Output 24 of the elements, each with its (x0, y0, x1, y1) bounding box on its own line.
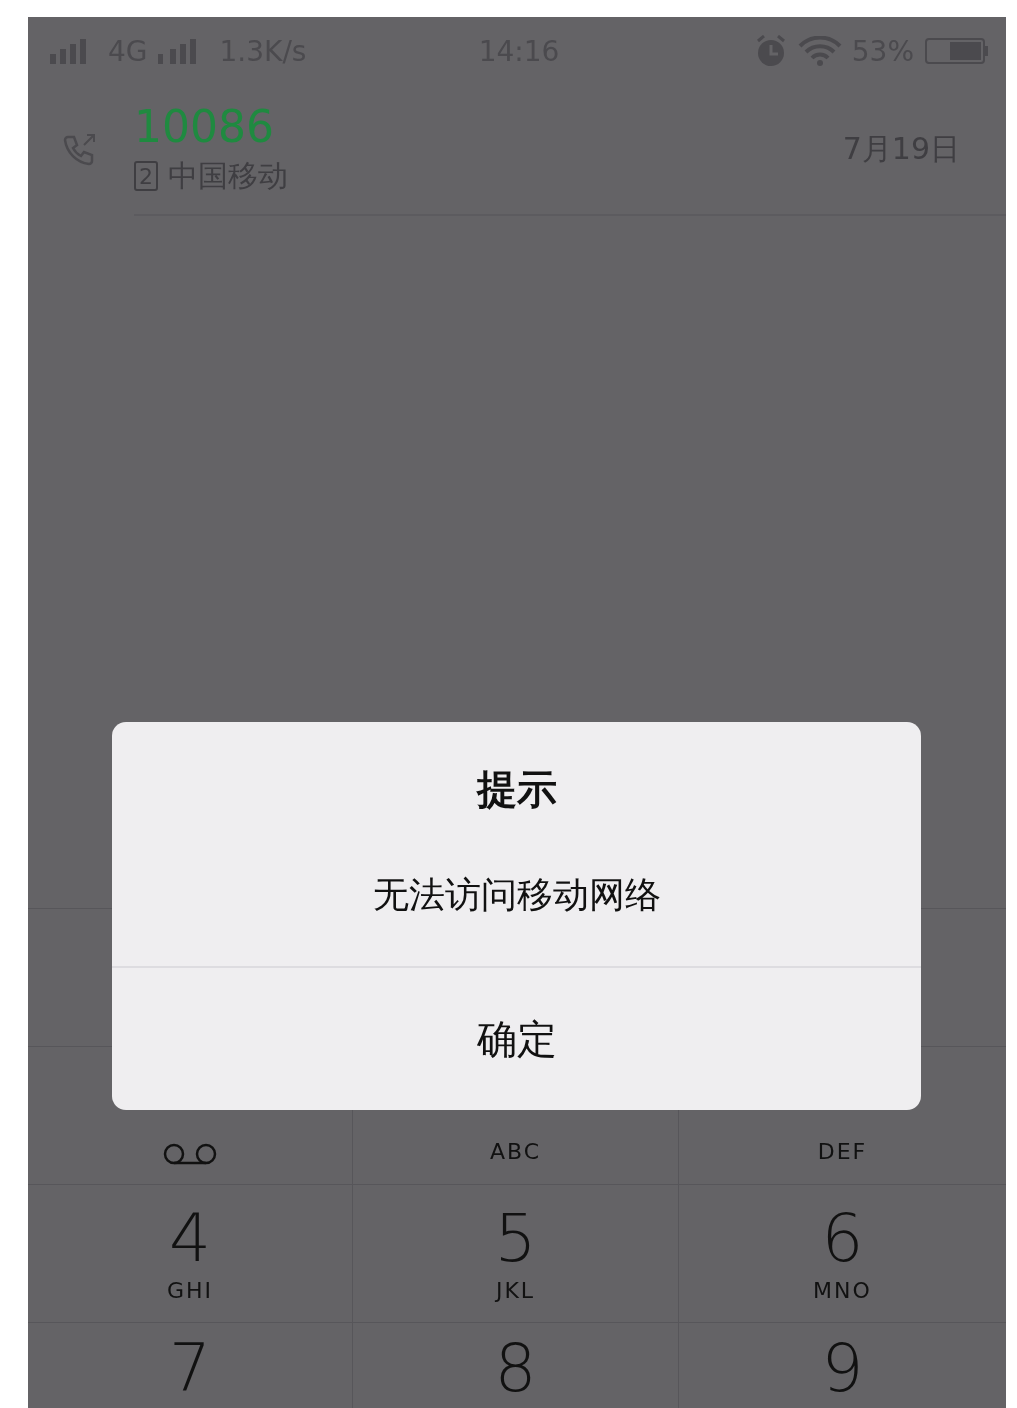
key-digit: 9 (821, 1333, 864, 1405)
keypad-key[interactable]: 8 (353, 1323, 679, 1408)
keypad-key[interactable]: 4 GHI (28, 1185, 353, 1323)
battery-icon (924, 37, 990, 65)
dialog-message: 无法访问移动网络 (372, 873, 661, 917)
key-digit: 7 (169, 1333, 211, 1405)
key-letters: JKL (495, 1276, 536, 1305)
key-digit: 4 (169, 1202, 211, 1275)
wifi-icon (797, 36, 842, 66)
key-letters: MNO (813, 1276, 872, 1305)
outgoing-call-icon (62, 133, 96, 167)
key-letters: GHI (166, 1276, 214, 1305)
phone-number: 10086 (134, 101, 275, 152)
voicemail-icon (162, 1142, 218, 1166)
keypad-key[interactable]: 7 (28, 1323, 353, 1408)
keypad-key[interactable]: 6 MNO (679, 1185, 1006, 1323)
key-digit: 6 (821, 1202, 864, 1275)
key-letters: DEF (817, 1138, 868, 1166)
dialog-title: 提示 (476, 765, 557, 814)
key-digit: 8 (494, 1333, 537, 1405)
key-letters: ABC (489, 1138, 542, 1166)
key-digit: 5 (494, 1202, 537, 1275)
keypad-key[interactable]: 9 (679, 1323, 1006, 1408)
keypad-key[interactable]: 5 JKL (353, 1185, 679, 1323)
